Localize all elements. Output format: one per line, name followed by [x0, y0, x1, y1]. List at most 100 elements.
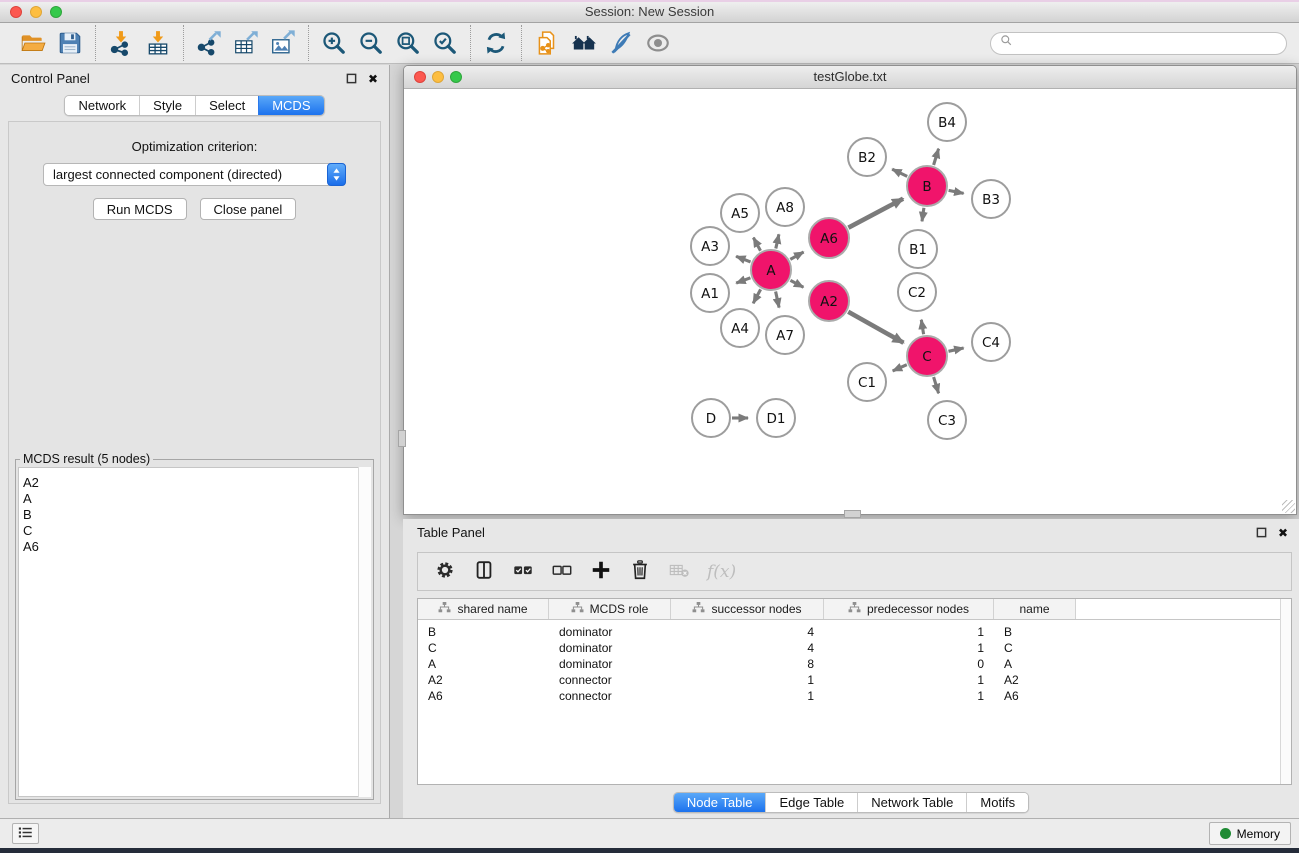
tab-network[interactable]: Network	[65, 96, 139, 115]
graph-node-B[interactable]: B	[907, 166, 947, 206]
graph-edge-A-A5[interactable]	[753, 238, 760, 251]
memory-button[interactable]: Memory	[1209, 822, 1291, 845]
table-cell[interactable]: 1	[824, 625, 994, 639]
table-tab-motifs[interactable]: Motifs	[966, 793, 1028, 812]
table-row[interactable]: Bdominator41B	[418, 624, 1291, 640]
close-window-button[interactable]	[10, 6, 22, 18]
table-cell[interactable]: 1	[824, 673, 994, 687]
table-mode-settings-button[interactable]	[434, 559, 456, 584]
table-cell[interactable]: 1	[671, 673, 824, 687]
graph-edge-A6-B[interactable]	[848, 199, 903, 228]
table-cell[interactable]: A2	[994, 673, 1076, 687]
graph-edge-C-C2[interactable]	[921, 320, 923, 335]
table-tab-network-table[interactable]: Network Table	[857, 793, 966, 812]
graph-edge-B-B3[interactable]	[949, 190, 964, 193]
import-network-button[interactable]	[107, 29, 135, 57]
table-cell[interactable]: 1	[824, 641, 994, 655]
graph-node-B4[interactable]: B4	[928, 103, 966, 141]
graph-edge-B-B4[interactable]	[934, 149, 939, 165]
graph-node-C3[interactable]: C3	[928, 401, 966, 439]
graph-node-A1[interactable]: A1	[691, 274, 729, 312]
graph-edge-C-C1[interactable]	[893, 365, 907, 371]
close-panel-button[interactable]: Close panel	[200, 198, 297, 220]
graph-edge-A-A3[interactable]	[736, 256, 750, 262]
clone-network-button[interactable]	[533, 29, 561, 57]
refresh-view-button[interactable]	[482, 29, 510, 57]
table-tab-edge-table[interactable]: Edge Table	[765, 793, 857, 812]
column-header-MCDS-role[interactable]: MCDS role	[549, 599, 671, 619]
graph-edge-A-A6[interactable]	[790, 252, 803, 259]
table-cell[interactable]: A2	[418, 673, 549, 687]
show-columns-button[interactable]	[473, 559, 495, 584]
graph-node-D[interactable]: D	[692, 399, 730, 437]
graph-node-A5[interactable]: A5	[721, 194, 759, 232]
tab-select[interactable]: Select	[195, 96, 258, 115]
table-cell[interactable]: A	[994, 657, 1076, 671]
result-list-scrollbar[interactable]	[358, 467, 371, 797]
import-table-button[interactable]	[144, 29, 172, 57]
table-cell[interactable]: C	[994, 641, 1076, 655]
graph-node-B3[interactable]: B3	[972, 180, 1010, 218]
column-header-successor-nodes[interactable]: successor nodes	[671, 599, 824, 619]
graph-node-C4[interactable]: C4	[972, 323, 1010, 361]
graph-edge-B-B2[interactable]	[892, 169, 907, 176]
table-cell[interactable]: A6	[418, 689, 549, 703]
network-canvas[interactable]: AA6A2BCA5A8A3A1A4A7B2B4B3B1C2C4C1C3DD1	[404, 89, 1296, 514]
table-cell[interactable]: connector	[549, 673, 671, 687]
graph-edge-A-A8[interactable]	[776, 234, 779, 248]
canvas-left-grip[interactable]	[398, 430, 406, 447]
column-header-shared-name[interactable]: shared name	[418, 599, 549, 619]
mcds-result-item[interactable]: C	[23, 523, 370, 539]
close-panel-icon[interactable]: ✖	[368, 73, 378, 85]
table-cell[interactable]: A6	[994, 689, 1076, 703]
tab-style[interactable]: Style	[139, 96, 195, 115]
table-cell[interactable]: dominator	[549, 641, 671, 655]
table-cell[interactable]: dominator	[549, 625, 671, 639]
deselect-all-rows-button[interactable]	[551, 559, 573, 584]
zoom-fit-button[interactable]	[394, 29, 422, 57]
create-column-button[interactable]	[590, 559, 612, 584]
network-close-button[interactable]	[414, 71, 426, 83]
table-cell[interactable]: 4	[671, 641, 824, 655]
table-cell[interactable]: 1	[824, 689, 994, 703]
table-close-panel-icon[interactable]: ✖	[1278, 527, 1288, 539]
table-scrollbar[interactable]	[1280, 599, 1291, 784]
graph-node-A4[interactable]: A4	[721, 309, 759, 347]
graph-node-C2[interactable]: C2	[898, 273, 936, 311]
export-network-button[interactable]	[195, 29, 223, 57]
zoom-window-button[interactable]	[50, 6, 62, 18]
table-cell[interactable]: B	[418, 625, 549, 639]
table-cell[interactable]: connector	[549, 689, 671, 703]
canvas-bottom-grip[interactable]	[844, 510, 861, 518]
graph-node-B1[interactable]: B1	[899, 230, 937, 268]
graph-node-A3[interactable]: A3	[691, 227, 729, 265]
graph-node-A8[interactable]: A8	[766, 188, 804, 226]
hide-graphics-details-button[interactable]	[607, 29, 635, 57]
window-resize-handle[interactable]	[1282, 500, 1295, 513]
zoom-in-button[interactable]	[320, 29, 348, 57]
graph-edge-A-A2[interactable]	[790, 280, 803, 287]
criterion-select[interactable]: largest connected component (directed)	[43, 163, 346, 186]
zoom-out-button[interactable]	[357, 29, 385, 57]
table-float-panel-icon[interactable]	[1256, 527, 1267, 538]
export-table-button[interactable]	[232, 29, 260, 57]
table-tab-node-table[interactable]: Node Table	[674, 793, 766, 812]
mcds-result-item[interactable]: B	[23, 507, 370, 523]
delete-columns-button[interactable]	[629, 559, 651, 584]
export-image-button[interactable]	[269, 29, 297, 57]
graph-node-A6[interactable]: A6	[809, 218, 849, 258]
graph-edge-A-A1[interactable]	[736, 278, 750, 283]
table-cell[interactable]: dominator	[549, 657, 671, 671]
column-header-name[interactable]: name	[994, 599, 1076, 619]
graph-node-A7[interactable]: A7	[766, 316, 804, 354]
run-mcds-button[interactable]: Run MCDS	[93, 198, 187, 220]
show-graphics-details-button[interactable]	[644, 29, 672, 57]
graph-edge-B-B1[interactable]	[922, 208, 924, 222]
table-row[interactable]: Cdominator41C	[418, 640, 1291, 656]
graph-edge-A2-C[interactable]	[848, 312, 903, 343]
graph-node-C1[interactable]: C1	[848, 363, 886, 401]
tab-mcds[interactable]: MCDS	[258, 96, 323, 115]
first-neighbors-button[interactable]	[570, 29, 598, 57]
graph-node-B2[interactable]: B2	[848, 138, 886, 176]
table-cell[interactable]: A	[418, 657, 549, 671]
